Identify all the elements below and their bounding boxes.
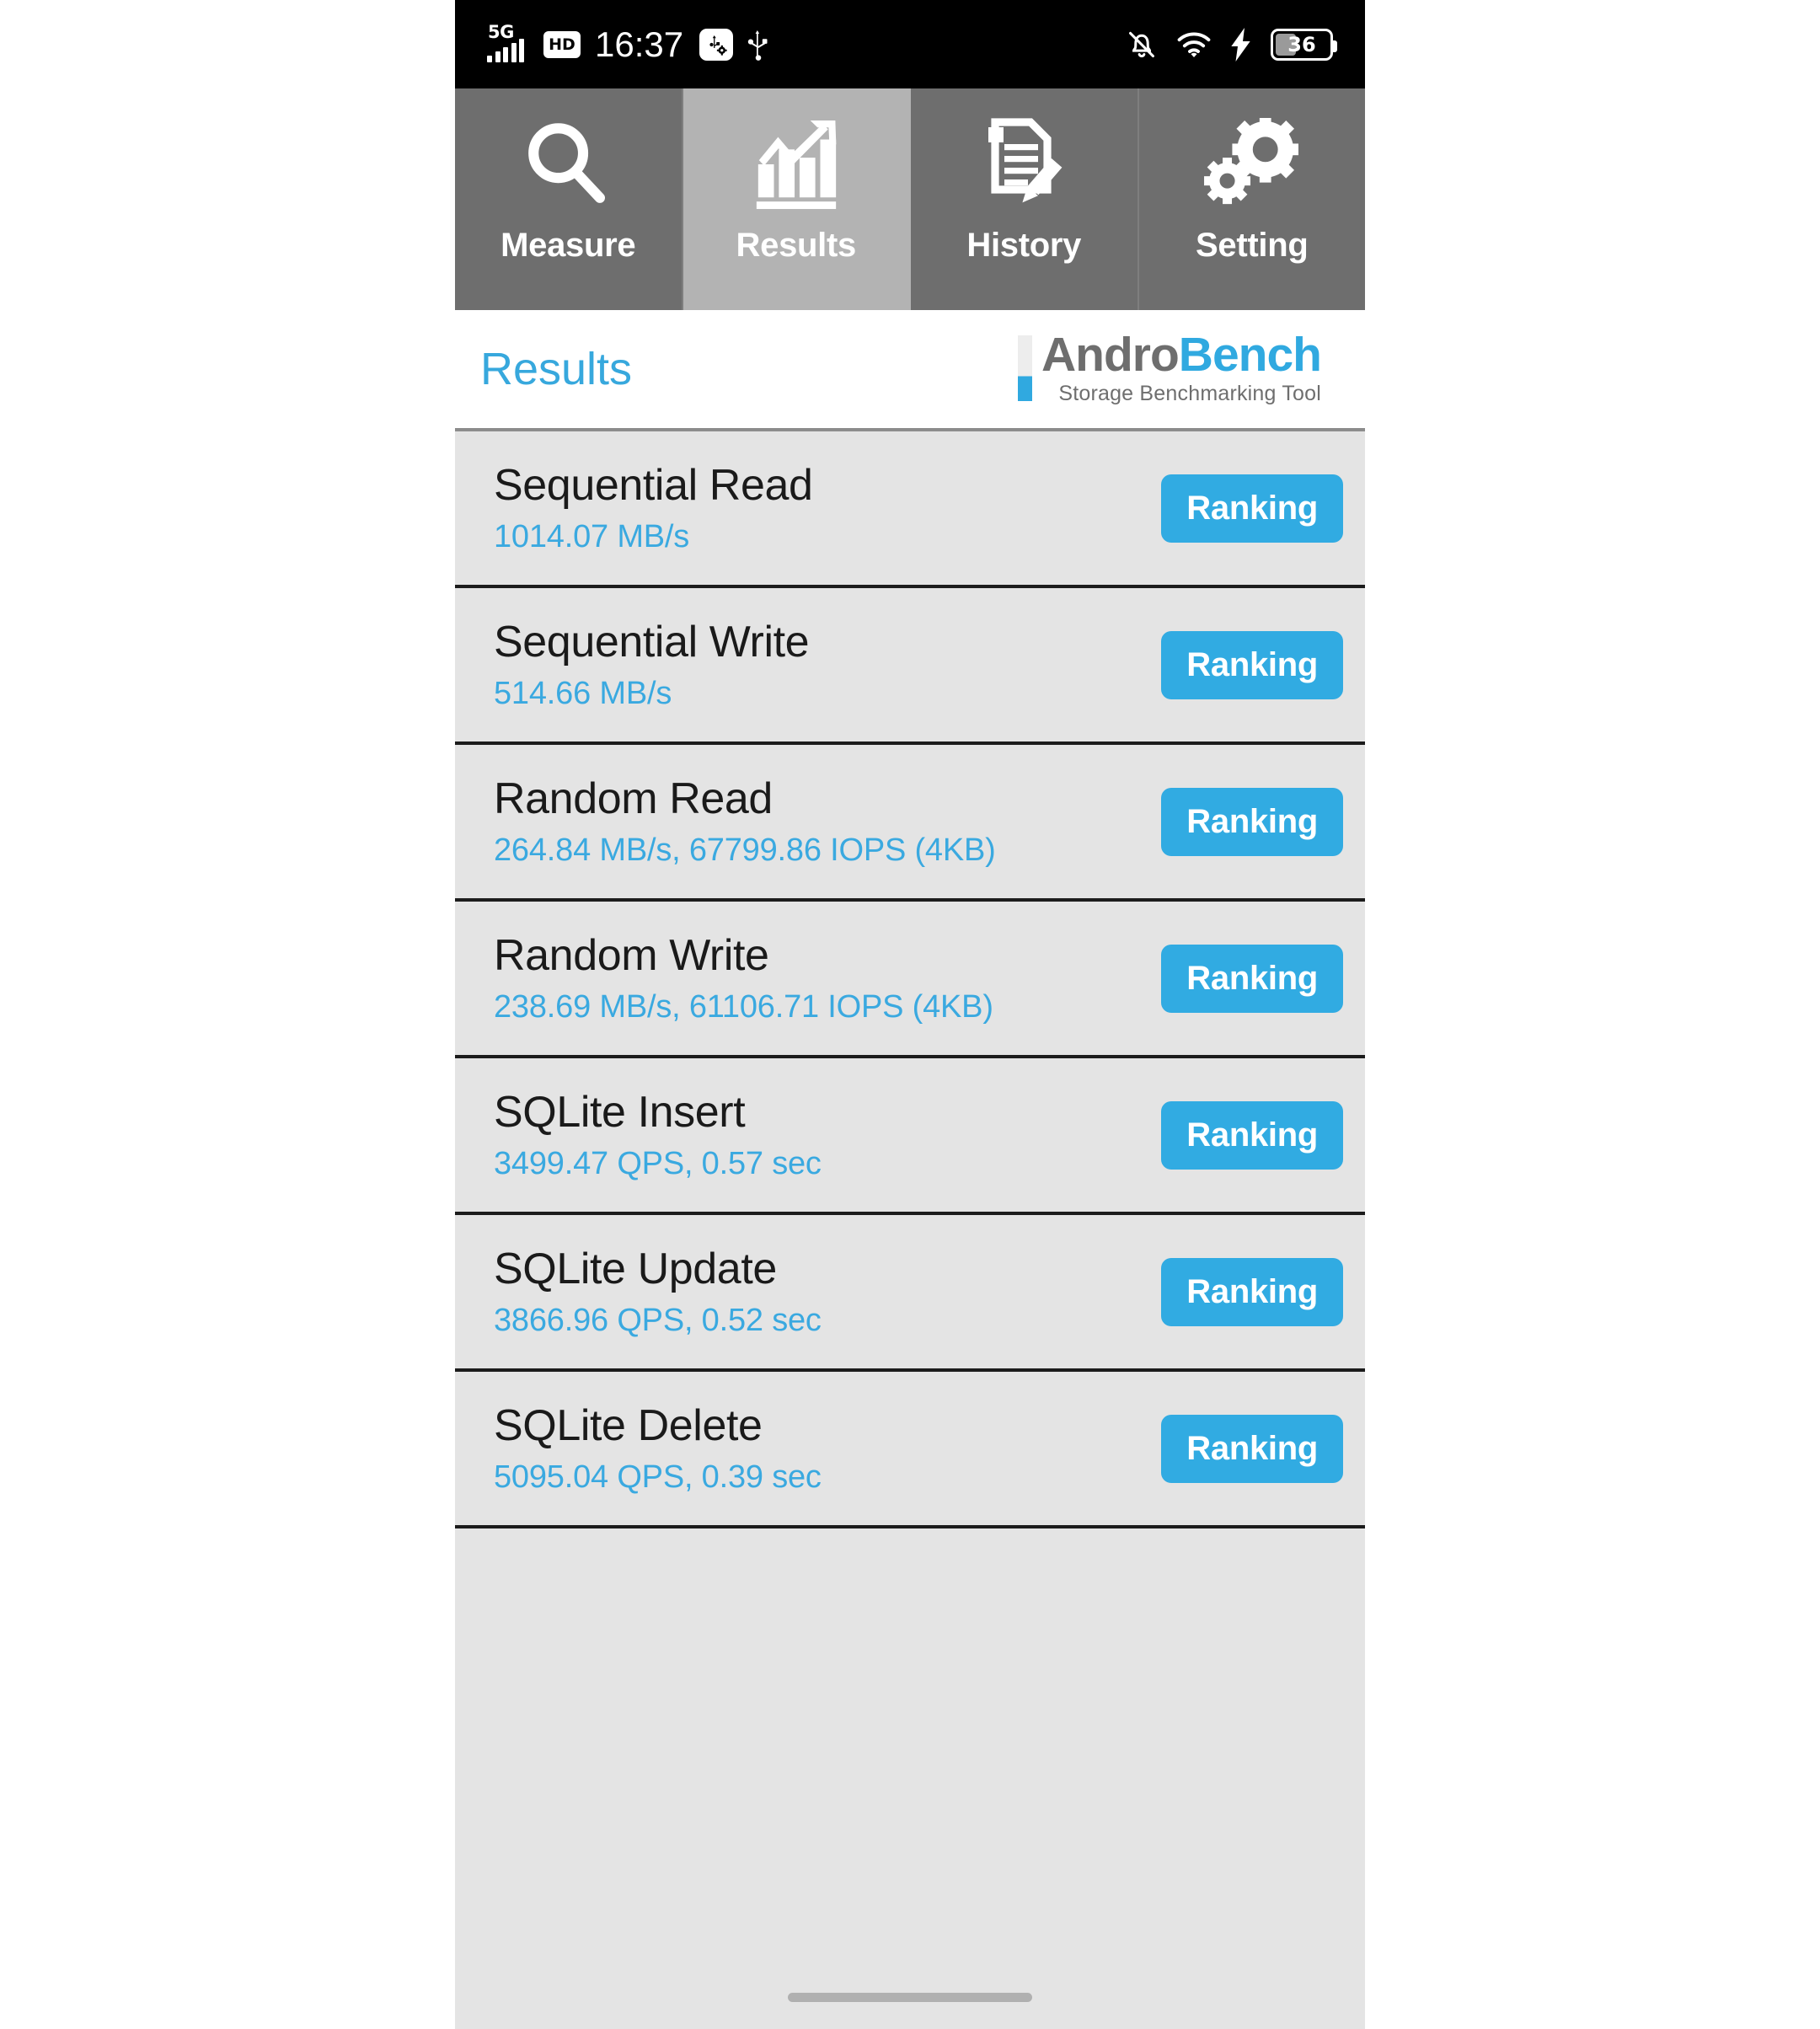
tab-history[interactable]: History (911, 88, 1139, 310)
navigation-gesture-area (455, 1978, 1365, 2029)
page-header: Results AndroBench Storage Benchmarking … (455, 310, 1365, 428)
battery-icon: 36 (1271, 28, 1337, 61)
signal-bars (487, 38, 524, 62)
table-row[interactable]: Random Write 238.69 MB/s, 61106.71 IOPS … (455, 902, 1365, 1058)
results-list: Sequential Read 1014.07 MB/s Ranking Seq… (455, 428, 1365, 2029)
wifi-icon (1176, 30, 1212, 59)
table-row[interactable]: SQLite Delete 5095.04 QPS, 0.39 sec Rank… (455, 1372, 1365, 1528)
logo-bench: Bench (1178, 328, 1322, 383)
table-row[interactable]: SQLite Update 3866.96 QPS, 0.52 sec Rank… (455, 1215, 1365, 1372)
ranking-button[interactable]: Ranking (1161, 944, 1343, 1013)
result-name: Sequential Write (494, 618, 810, 667)
table-row[interactable]: Sequential Read 1014.07 MB/s Ranking (455, 431, 1365, 588)
ranking-button[interactable]: Ranking (1161, 1100, 1343, 1170)
logo-tagline: Storage Benchmarking Tool (1058, 381, 1321, 405)
page-title: Results (480, 344, 633, 394)
list-empty-space (455, 1528, 1365, 2029)
usb-debug-icon (699, 28, 734, 61)
result-text: Sequential Read 1014.07 MB/s (494, 461, 813, 555)
ranking-button[interactable]: Ranking (1161, 787, 1343, 856)
main-tab-bar: Measure Results History Setting (455, 88, 1365, 310)
bar-chart-trend-icon (750, 114, 843, 215)
logo-text: AndroBench Storage Benchmarking Tool (1041, 331, 1322, 405)
hd-voice-icon: HD (543, 30, 581, 58)
result-text: SQLite Update 3866.96 QPS, 0.52 sec (494, 1245, 822, 1339)
result-text: Sequential Write 514.66 MB/s (494, 618, 810, 712)
home-gesture-bar[interactable] (788, 1992, 1032, 2002)
result-value: 514.66 MB/s (494, 676, 672, 711)
charging-bolt-icon (1230, 27, 1252, 62)
document-pencil-icon (978, 114, 1069, 215)
tab-label-measure: Measure (500, 227, 636, 264)
logo-accent-bar (1017, 335, 1032, 402)
phone-viewport: 5G HD 16:37 36 Measure Results History S… (455, 0, 1365, 2029)
screenshot-root: 5G HD 16:37 36 Measure Results History S… (0, 0, 1820, 2029)
gears-icon (1202, 114, 1302, 215)
table-row[interactable]: SQLite Insert 3499.47 QPS, 0.57 sec Rank… (455, 1058, 1365, 1215)
logo-wordmark: AndroBench (1041, 331, 1322, 379)
ranking-button[interactable]: Ranking (1161, 1414, 1343, 1483)
tab-label-history: History (966, 227, 1082, 264)
result-name: SQLite Delete (494, 1401, 763, 1451)
battery-level-label: 36 (1287, 32, 1316, 56)
ranking-button[interactable]: Ranking (1161, 630, 1343, 699)
result-text: SQLite Insert 3499.47 QPS, 0.57 sec (494, 1088, 822, 1182)
tab-setting[interactable]: Setting (1138, 88, 1365, 310)
result-value: 1014.07 MB/s (494, 519, 690, 554)
usb-icon (744, 28, 773, 62)
tab-label-setting: Setting (1196, 227, 1309, 264)
logo-andro: Andro (1041, 328, 1180, 383)
result-name: Random Read (494, 774, 773, 824)
ranking-button[interactable]: Ranking (1161, 474, 1343, 543)
result-value: 5095.04 QPS, 0.39 sec (494, 1459, 822, 1495)
tab-measure[interactable]: Measure (455, 88, 683, 310)
status-bar-clock: 16:37 (595, 24, 684, 64)
result-text: Random Read 264.84 MB/s, 67799.86 IOPS (… (494, 774, 996, 869)
bell-muted-icon (1126, 28, 1158, 62)
tab-label-results: Results (736, 227, 857, 264)
status-bar-left: 5G HD 16:37 (487, 23, 773, 64)
cellular-signal-icon: 5G (487, 23, 533, 64)
result-name: SQLite Insert (494, 1088, 746, 1138)
status-bar-right: 36 (1126, 27, 1337, 62)
table-row[interactable]: Random Read 264.84 MB/s, 67799.86 IOPS (… (455, 745, 1365, 902)
androbench-logo: AndroBench Storage Benchmarking Tool (1017, 331, 1340, 405)
result-value: 3499.47 QPS, 0.57 sec (494, 1146, 822, 1181)
result-value: 264.84 MB/s, 67799.86 IOPS (4KB) (494, 832, 996, 868)
magnifier-icon (518, 114, 618, 215)
result-text: SQLite Delete 5095.04 QPS, 0.39 sec (494, 1401, 822, 1496)
status-bar: 5G HD 16:37 36 (455, 0, 1365, 88)
result-name: SQLite Update (494, 1245, 777, 1294)
table-row[interactable]: Sequential Write 514.66 MB/s Ranking (455, 588, 1365, 745)
result-name: Random Write (494, 931, 769, 981)
result-value: 238.69 MB/s, 61106.71 IOPS (4KB) (494, 989, 993, 1025)
result-name: Sequential Read (494, 461, 813, 511)
tab-results[interactable]: Results (682, 88, 911, 310)
result-value: 3866.96 QPS, 0.52 sec (494, 1303, 822, 1338)
ranking-button[interactable]: Ranking (1161, 1257, 1343, 1326)
result-text: Random Write 238.69 MB/s, 61106.71 IOPS … (494, 931, 993, 1025)
